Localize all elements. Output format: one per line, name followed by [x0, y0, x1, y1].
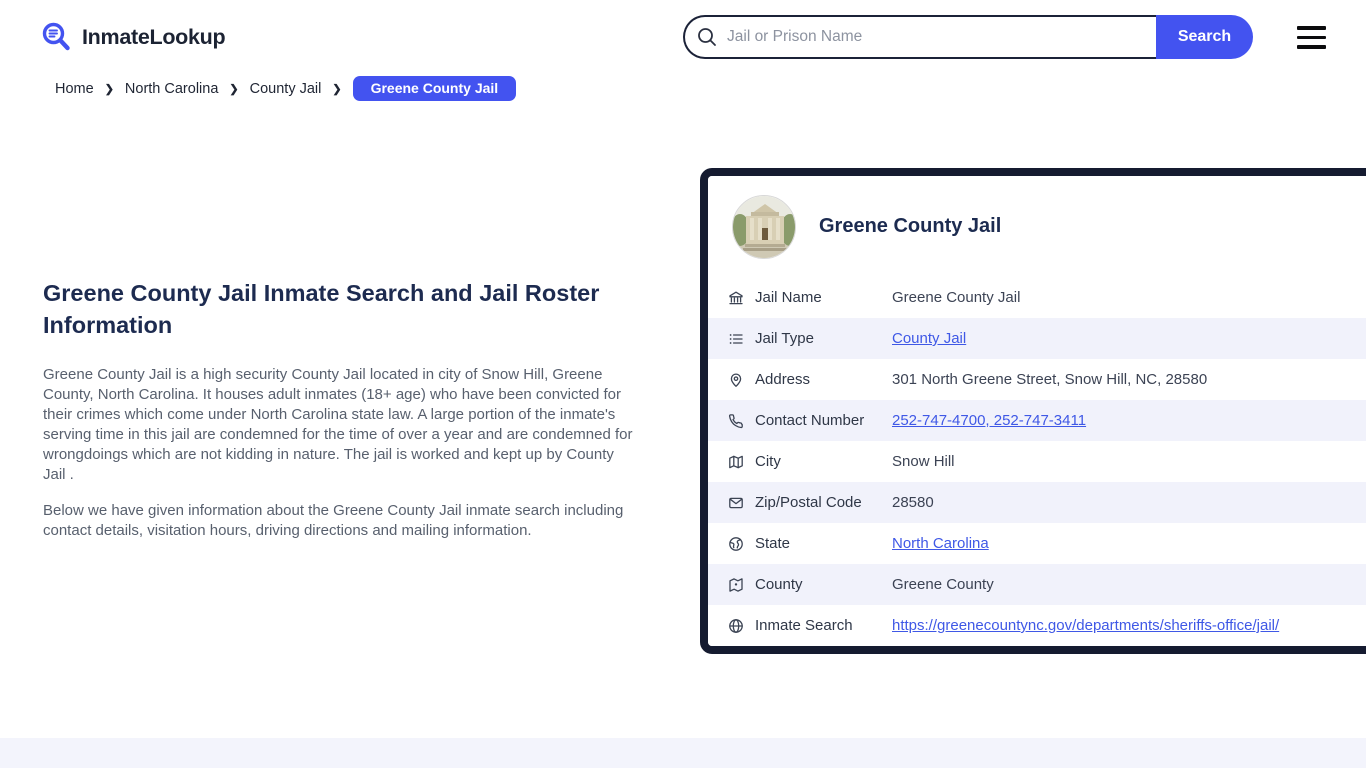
- list-icon: [728, 331, 744, 347]
- breadcrumb-current-badge: Greene County Jail: [352, 76, 517, 101]
- article-paragraph: Below we have given information about th…: [43, 502, 624, 539]
- jail-name-value: Greene County Jail: [892, 289, 1021, 306]
- article: Greene County Jail Inmate Search and Jai…: [43, 277, 635, 557]
- jail-type-link[interactable]: County Jail: [892, 330, 966, 347]
- brand-logo[interactable]: InmateLookup: [40, 21, 226, 54]
- footer-band: [0, 738, 1366, 768]
- row-label: State: [755, 535, 791, 552]
- zip-value: 28580: [892, 494, 934, 511]
- row-label: Inmate Search: [755, 617, 853, 634]
- county-map-icon: [728, 577, 744, 593]
- phone-icon: [728, 413, 744, 429]
- globe-icon: [728, 536, 744, 552]
- breadcrumb-state[interactable]: North Carolina: [125, 81, 219, 97]
- bank-icon: [728, 290, 744, 306]
- table-row: Inmate Search https://greenecountync.gov…: [708, 605, 1366, 646]
- jail-card-title: Greene County Jail: [819, 215, 1002, 237]
- table-row: Jail Type County Jail: [708, 318, 1366, 359]
- row-label: County: [755, 576, 803, 593]
- inmate-search-link[interactable]: https://greenecountync.gov/departments/s…: [892, 617, 1279, 634]
- table-row: Zip/Postal Code 28580: [708, 482, 1366, 523]
- article-paragraph: Greene County Jail is a high security Co…: [43, 366, 633, 483]
- address-value: 301 North Greene Street, Snow Hill, NC, …: [892, 371, 1208, 388]
- chevron-right-icon: ❯: [332, 83, 342, 96]
- breadcrumb: Home ❯ North Carolina ❯ County Jail ❯ Gr…: [55, 76, 517, 101]
- row-label: Address: [755, 371, 811, 388]
- map-pin-icon: [728, 372, 744, 388]
- magnifier-logo-icon: [40, 21, 73, 54]
- jail-info-card: Greene County Jail Jail Name Greene Coun…: [700, 168, 1366, 654]
- breadcrumb-home[interactable]: Home: [55, 81, 94, 97]
- table-row: City Snow Hill: [708, 441, 1366, 482]
- city-value: Snow Hill: [892, 453, 955, 470]
- search-button[interactable]: Search: [1156, 15, 1253, 59]
- globe-grid-icon: [728, 618, 744, 634]
- menu-hamburger-icon[interactable]: [1297, 26, 1326, 49]
- table-row: Jail Name Greene County Jail: [708, 277, 1366, 318]
- chevron-right-icon: ❯: [229, 83, 239, 96]
- row-label: Jail Name: [755, 289, 822, 306]
- table-row: Address 301 North Greene Street, Snow Hi…: [708, 359, 1366, 400]
- row-label: Zip/Postal Code: [755, 494, 862, 511]
- table-row: County Greene County: [708, 564, 1366, 605]
- county-value: Greene County: [892, 576, 994, 593]
- envelope-icon: [728, 495, 744, 511]
- row-label: Jail Type: [755, 330, 814, 347]
- row-label: Contact Number: [755, 412, 865, 429]
- state-link[interactable]: North Carolina: [892, 535, 989, 552]
- contact-number-link[interactable]: 252-747-4700, 252-747-3411: [892, 412, 1086, 429]
- table-row: State North Carolina: [708, 523, 1366, 564]
- jail-photo-avatar: [732, 194, 796, 259]
- chevron-right-icon: ❯: [104, 83, 114, 96]
- search-bar: Search: [683, 15, 1253, 59]
- breadcrumb-jail-type[interactable]: County Jail: [250, 81, 322, 97]
- search-input[interactable]: [683, 15, 1156, 59]
- map-icon: [728, 454, 744, 470]
- row-label: City: [755, 453, 781, 470]
- table-row: Contact Number 252-747-4700, 252-747-341…: [708, 400, 1366, 441]
- brand-name: InmateLookup: [82, 25, 226, 49]
- search-icon: [696, 26, 718, 48]
- page-title: Greene County Jail Inmate Search and Jai…: [43, 280, 600, 338]
